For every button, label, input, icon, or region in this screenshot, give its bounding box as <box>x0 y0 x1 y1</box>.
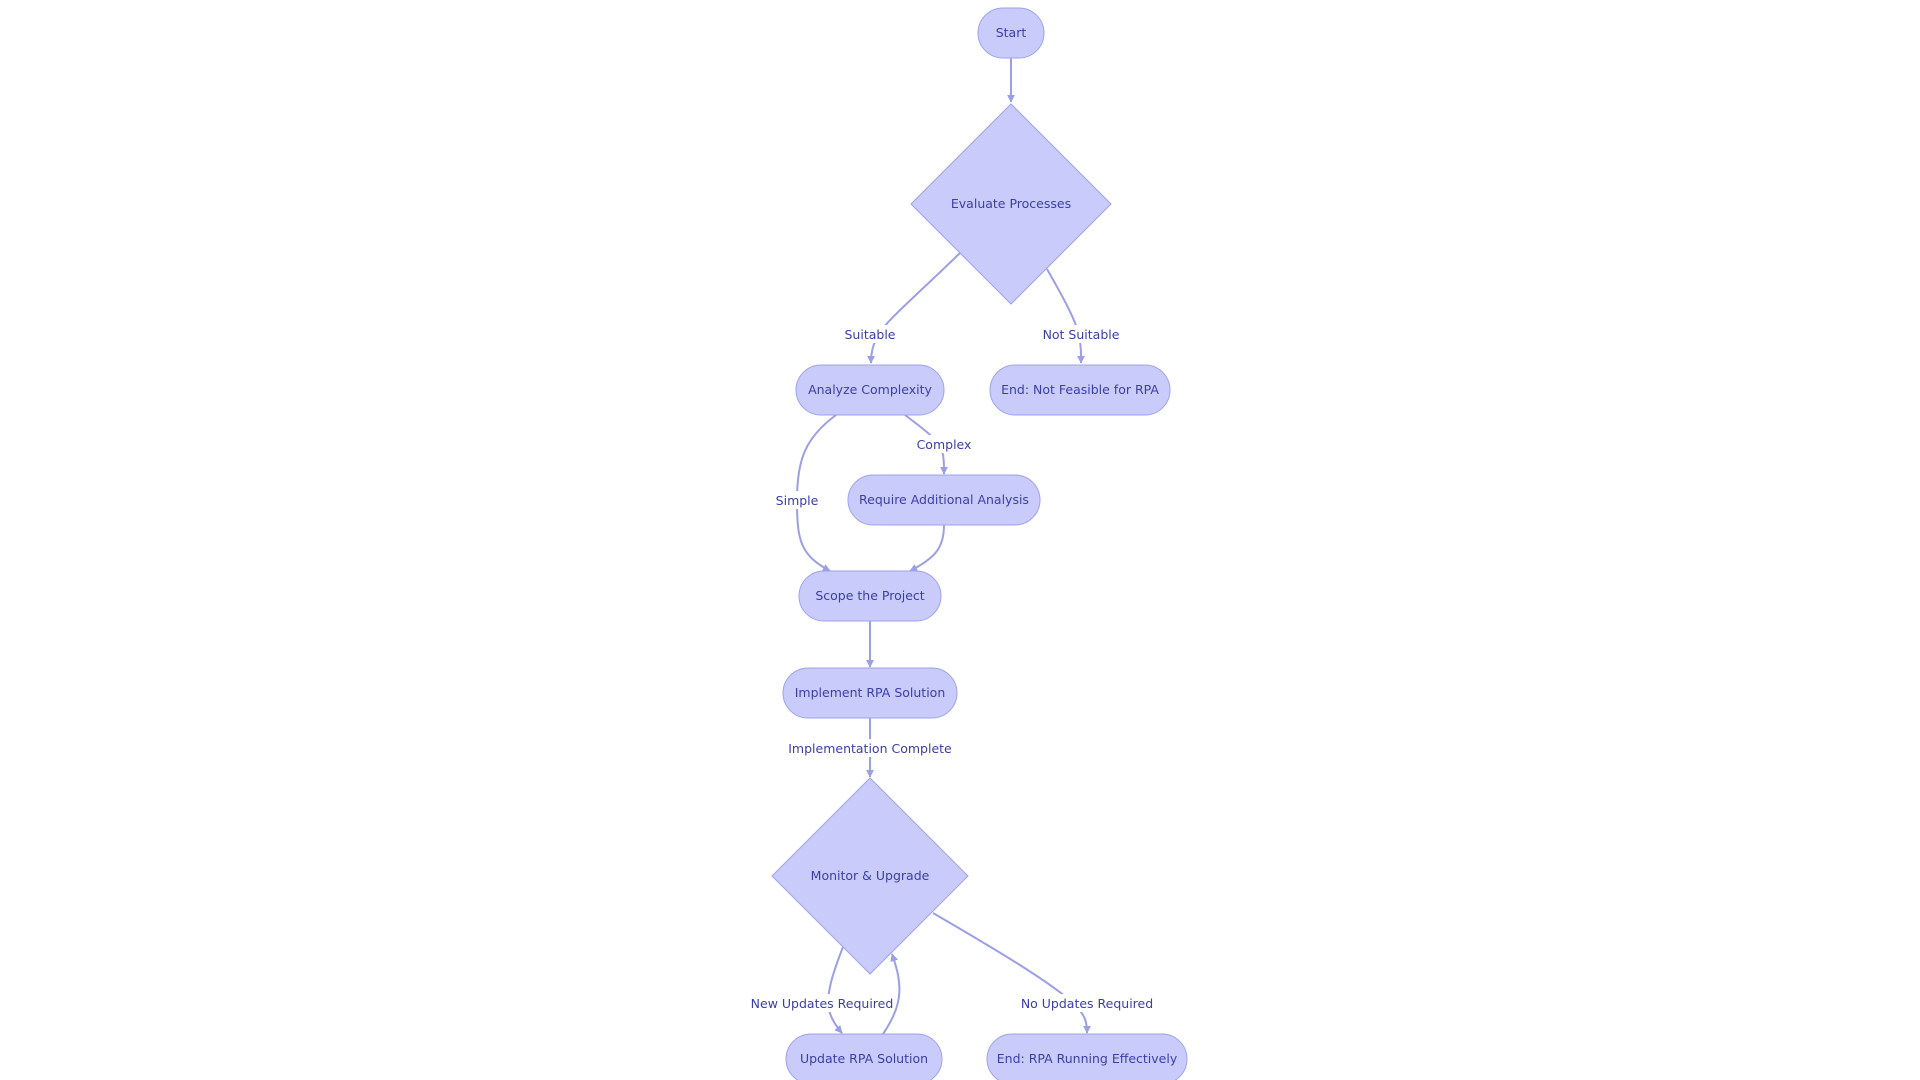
node-label: Analyze Complexity <box>808 382 932 397</box>
edge-monitor-running <box>932 912 1091 1034</box>
flowchart: Suitable Not Suitable Simple Complex Imp… <box>751 7 1188 1080</box>
node-label: Require Additional Analysis <box>859 492 1029 507</box>
edge-label-simple: Simple <box>775 491 819 509</box>
node-update-rpa-solution[interactable]: Update RPA Solution <box>785 1033 943 1080</box>
edge-evaluate-analyze <box>867 252 961 364</box>
edge-evaluate-not-feasible <box>1046 268 1085 364</box>
edge-label-text: New Updates Required <box>751 996 894 1011</box>
node-evaluate-processes[interactable]: Evaluate Processes <box>910 103 1112 305</box>
edge-label-text: Complex <box>917 437 972 452</box>
node-label: Scope the Project <box>815 588 924 603</box>
node-label: Monitor & Upgrade <box>811 868 930 883</box>
node-analyze-complexity[interactable]: Analyze Complexity <box>795 364 945 416</box>
edge-label-text: Not Suitable <box>1043 327 1120 342</box>
edge-monitor-update <box>827 946 844 1034</box>
node-label: Evaluate Processes <box>951 196 1071 211</box>
node-scope-the-project[interactable]: Scope the Project <box>798 570 942 622</box>
node-require-additional-analysis[interactable]: Require Additional Analysis <box>847 474 1041 526</box>
node-end-rpa-running-effectively[interactable]: End: RPA Running Effectively <box>986 1033 1188 1080</box>
nodes: Start Evaluate Processes Analyze Complex… <box>771 7 1188 1080</box>
edge-label-text: Simple <box>776 493 819 508</box>
edge-label-implementation-complete: Implementation Complete <box>788 739 952 757</box>
node-start[interactable]: Start <box>977 7 1045 59</box>
edge-label-suitable: Suitable <box>844 325 896 343</box>
edge-label-no-updates-required: No Updates Required <box>1021 994 1153 1012</box>
edge-label-text: Implementation Complete <box>788 741 952 756</box>
edge-additional-scope <box>909 524 945 572</box>
node-label: End: RPA Running Effectively <box>997 1051 1178 1066</box>
node-label: Implement RPA Solution <box>795 685 946 700</box>
edge-label-not-suitable: Not Suitable <box>1042 325 1120 343</box>
node-label: Start <box>996 25 1027 40</box>
node-implement-rpa-solution[interactable]: Implement RPA Solution <box>782 667 958 719</box>
edge-label-new-updates-required: New Updates Required <box>751 994 894 1012</box>
node-monitor-upgrade[interactable]: Monitor & Upgrade <box>771 777 969 975</box>
node-end-not-feasible[interactable]: End: Not Feasible for RPA <box>989 364 1171 416</box>
node-label: Update RPA Solution <box>800 1051 928 1066</box>
edge-label-complex: Complex <box>916 435 972 453</box>
node-label: End: Not Feasible for RPA <box>1001 382 1159 397</box>
edge-label-text: No Updates Required <box>1021 996 1153 1011</box>
edge-label-text: Suitable <box>845 327 896 342</box>
